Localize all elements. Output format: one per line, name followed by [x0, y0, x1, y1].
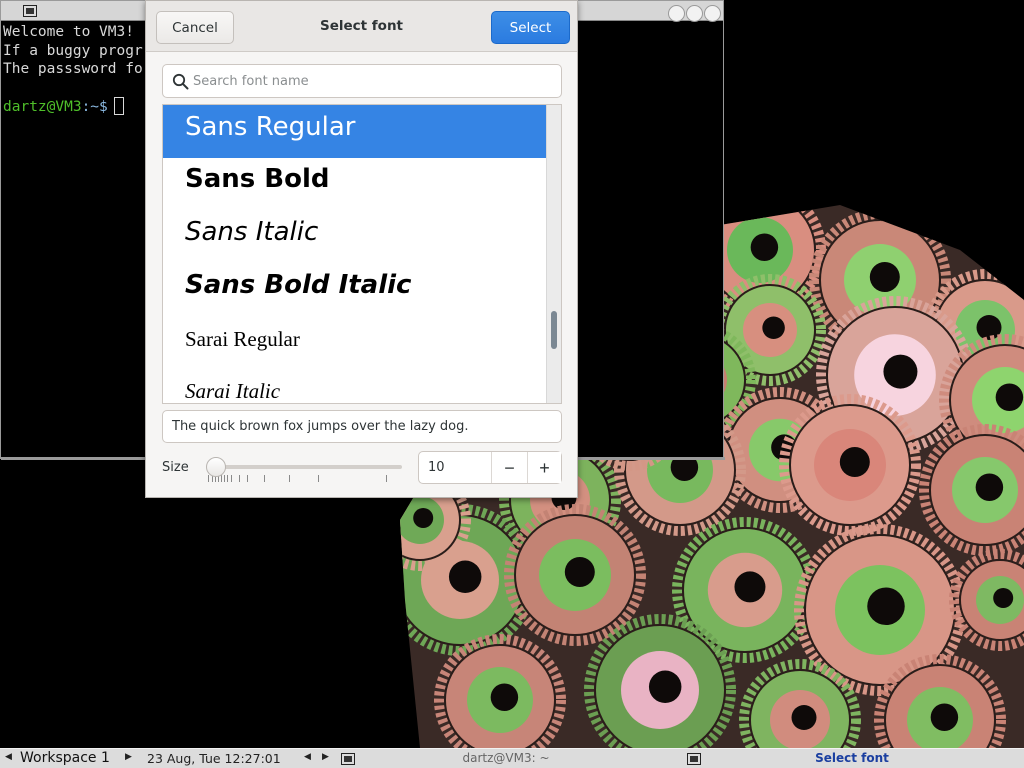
slider-tick	[208, 475, 209, 482]
plus-icon: +	[539, 457, 550, 478]
decrease-size-button[interactable]: −	[491, 452, 527, 483]
font-item-label: Sans Regular	[185, 112, 356, 142]
maximize-button[interactable]	[686, 5, 703, 22]
font-item-label: Sans Bold	[185, 164, 330, 194]
clock[interactable]: 23 Aug, Tue 12:27:01	[147, 751, 281, 766]
search-icon	[172, 73, 189, 90]
slider-trough[interactable]	[208, 465, 402, 469]
size-label: Size	[162, 460, 189, 475]
task-next-arrow-icon[interactable]: ▶	[322, 752, 329, 762]
minus-icon: −	[504, 457, 515, 478]
font-item-label: Sans Italic	[185, 217, 319, 247]
size-slider[interactable]	[206, 456, 402, 486]
size-input[interactable]	[419, 452, 491, 483]
slider-tick	[224, 475, 225, 482]
font-list-item-sarai-italic[interactable]: Sarai Italic	[163, 365, 546, 403]
slider-tick	[247, 475, 248, 482]
dialog-header[interactable]: Cancel Select font Select	[146, 1, 577, 52]
taskbar: ◀ Workspace 1 ▶ 23 Aug, Tue 12:27:01 ◀ ▶…	[0, 748, 1024, 768]
size-spin-button[interactable]: − +	[418, 451, 562, 484]
font-list-item-sarai-regular[interactable]: Sarai Regular	[163, 312, 546, 365]
cancel-button[interactable]: Cancel	[156, 11, 234, 44]
workspace-prev-arrow-icon[interactable]: ◀	[5, 752, 12, 762]
font-item-label: Sarai Italic	[185, 379, 281, 403]
font-item-label: Sarai Regular	[185, 327, 300, 351]
close-button[interactable]	[704, 5, 721, 22]
minimize-button[interactable]	[668, 5, 685, 22]
taskbar-item-terminal[interactable]: dartz@VM3: ~	[336, 749, 678, 768]
taskbar-item-select-font[interactable]: Select font	[682, 749, 1024, 768]
scrollbar-thumb[interactable]	[551, 311, 557, 349]
desktop: Welcome to VM3! If a buggy progr The passs…	[0, 0, 1024, 768]
font-list-item-sans-bold-italic[interactable]: Sans Bold Italic	[163, 259, 546, 312]
slider-tick	[264, 475, 265, 482]
slider-tick	[289, 475, 290, 482]
font-list-item-sans-bold[interactable]: Sans Bold	[163, 153, 546, 206]
slider-tick	[239, 475, 240, 482]
terminal-icon	[23, 5, 37, 17]
workspace-next-arrow-icon[interactable]: ▶	[125, 752, 132, 762]
prompt-user: dartz@VM3	[3, 99, 82, 116]
font-list[interactable]: Sans Regular Sans Bold Sans Italic Sans …	[162, 104, 562, 404]
font-preview-text[interactable]: The quick brown fox jumps over the lazy …	[172, 419, 469, 434]
taskbar-item-label: Select font	[815, 751, 889, 765]
prompt-path: :~$	[81, 99, 108, 116]
font-item-label: Sans Bold Italic	[185, 270, 412, 300]
slider-knob[interactable]	[206, 457, 226, 477]
text-cursor	[113, 97, 124, 116]
slider-tick	[227, 475, 228, 482]
search-field[interactable]	[162, 64, 562, 98]
font-list-item-sans-regular[interactable]: Sans Regular	[163, 105, 546, 158]
workspace-switcher[interactable]: Workspace 1	[20, 750, 110, 766]
font-list-scrollbar[interactable]	[546, 105, 561, 403]
font-preview-field[interactable]: The quick brown fox jumps over the lazy …	[162, 410, 562, 443]
font-list-item-sans-italic[interactable]: Sans Italic	[163, 206, 546, 259]
slider-tick	[231, 475, 232, 482]
search-input[interactable]	[193, 66, 553, 96]
slider-tick	[221, 475, 222, 482]
slider-tick	[318, 475, 319, 482]
select-font-dialog: Cancel Select font Select Sans Regular S…	[145, 0, 578, 498]
increase-size-button[interactable]: +	[527, 452, 561, 483]
taskbar-item-label: dartz@VM3: ~	[462, 751, 550, 765]
select-button[interactable]: Select	[491, 11, 570, 44]
task-prev-arrow-icon[interactable]: ◀	[304, 752, 311, 762]
slider-tick	[386, 475, 387, 482]
